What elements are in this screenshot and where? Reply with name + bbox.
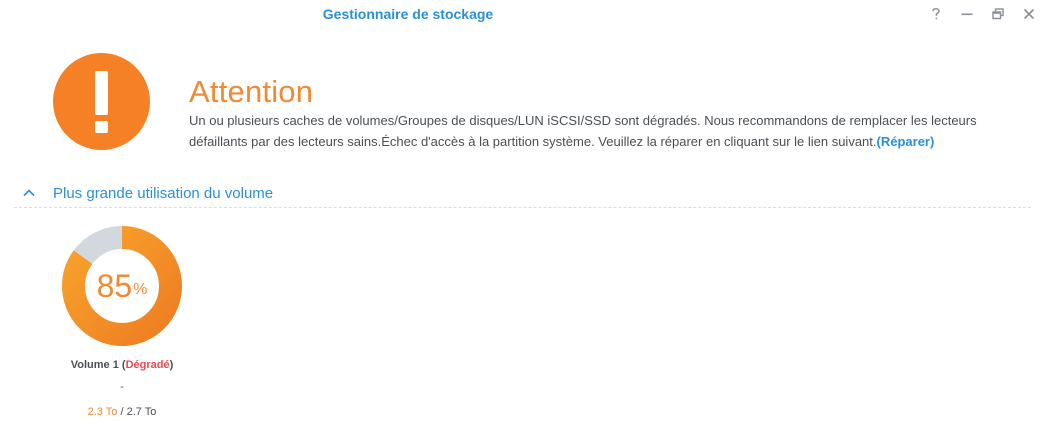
minimize-icon xyxy=(961,13,973,16)
title-bar: Gestionnaire de stockage xyxy=(0,0,1053,30)
close-icon xyxy=(1023,8,1035,20)
help-icon xyxy=(932,8,940,20)
alert-message: Un ou plusieurs caches de volumes/Groupe… xyxy=(189,110,1029,152)
section-divider xyxy=(14,207,1031,208)
usage-value: 85 xyxy=(96,267,133,304)
volume-detail-dash: - xyxy=(120,381,124,393)
alert-message-text: Un ou plusieurs caches de volumes/Groupe… xyxy=(189,113,977,149)
volume-total: 2.7 To xyxy=(126,406,157,418)
minimize-button[interactable] xyxy=(957,5,977,23)
status-open-paren: ( xyxy=(118,359,126,371)
restore-icon xyxy=(992,8,1004,20)
help-button[interactable] xyxy=(926,5,946,23)
exclamation-icon xyxy=(53,53,150,150)
usage-percent: 85% xyxy=(62,226,182,346)
repair-link[interactable]: (Réparer) xyxy=(877,134,935,149)
volume-name: Volume 1 xyxy=(70,359,119,371)
volume-capacity: 2.3 To / 2.7 To xyxy=(42,406,202,418)
window-title: Gestionnaire de stockage xyxy=(322,6,494,22)
close-button[interactable] xyxy=(1019,5,1039,23)
restore-button[interactable] xyxy=(988,5,1008,23)
section-toggle[interactable]: Plus grande utilisation du volume xyxy=(14,181,273,205)
alert-heading: Attention xyxy=(189,74,314,109)
usage-unit: % xyxy=(133,281,148,298)
section-title: Plus grande utilisation du volume xyxy=(53,184,274,202)
chevron-up-icon xyxy=(23,189,35,197)
capacity-separator: / xyxy=(117,406,127,418)
volume-status: Dégradé xyxy=(125,359,170,371)
status-close-paren: ) xyxy=(169,359,174,371)
volume-used: 2.3 To xyxy=(87,406,118,418)
volume-name-line: Volume 1 (Dégradé) xyxy=(42,359,202,371)
